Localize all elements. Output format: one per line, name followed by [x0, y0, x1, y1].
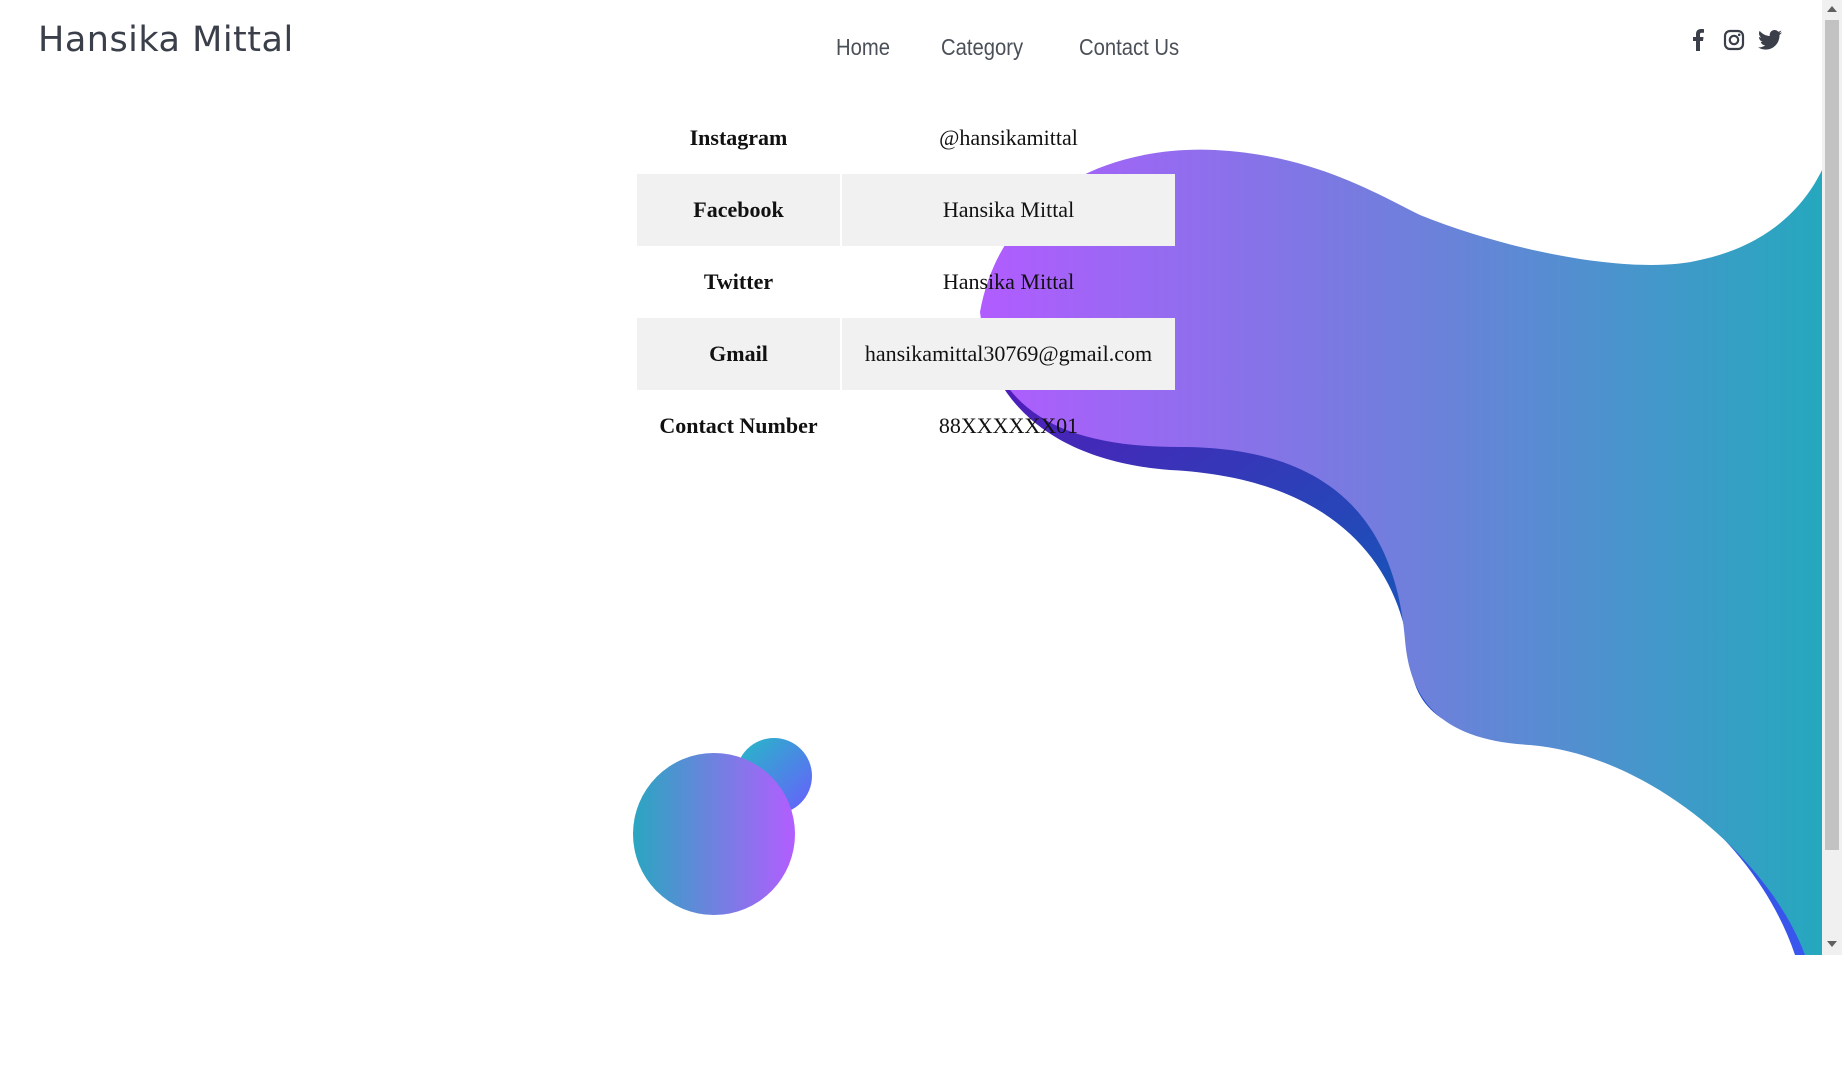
- page-viewport: Hansika Mittal Home Category Contact Us …: [0, 0, 1822, 955]
- contact-label: Instagram: [637, 102, 842, 174]
- contact-value: 88XXXXXX01: [938, 413, 1079, 438]
- nav-home[interactable]: Home: [836, 34, 890, 61]
- nav-contact-us[interactable]: Contact Us: [1079, 34, 1179, 61]
- social-links: [1686, 28, 1782, 52]
- table-row: Instagram @hansikamittal: [637, 102, 1175, 174]
- contact-value: Hansika Mittal: [841, 174, 1175, 246]
- contact-value: @hansikamittal: [939, 125, 1078, 150]
- scrollbar-thumb[interactable]: [1825, 20, 1839, 850]
- scroll-down-icon[interactable]: [1822, 935, 1842, 953]
- twitter-icon[interactable]: [1758, 28, 1782, 52]
- contact-label: Facebook: [637, 174, 842, 246]
- contact-label: Gmail: [637, 318, 842, 390]
- facebook-icon[interactable]: [1686, 28, 1710, 52]
- large-circle-shape: [633, 753, 795, 915]
- scroll-up-icon[interactable]: [1822, 0, 1842, 18]
- contact-label: Twitter: [637, 246, 842, 318]
- table-row: Facebook Hansika Mittal: [637, 174, 1175, 246]
- contact-table: Instagram @hansikamittal Facebook Hansik…: [637, 102, 1175, 462]
- nav-category[interactable]: Category: [941, 34, 1023, 61]
- table-row: Twitter Hansika Mittal: [637, 246, 1175, 318]
- table-row: Gmail hansikamittal30769@gmail.com: [637, 318, 1175, 390]
- site-brand[interactable]: Hansika Mittal: [38, 20, 294, 60]
- main-nav: Home Category Contact Us: [836, 34, 1192, 61]
- contact-label: Contact Number: [637, 390, 842, 462]
- contact-value: hansikamittal30769@gmail.com: [841, 318, 1175, 390]
- contact-value: Hansika Mittal: [942, 269, 1075, 294]
- vertical-scrollbar[interactable]: [1822, 0, 1842, 955]
- table-row: Contact Number 88XXXXXX01: [637, 390, 1175, 462]
- instagram-icon[interactable]: [1722, 28, 1746, 52]
